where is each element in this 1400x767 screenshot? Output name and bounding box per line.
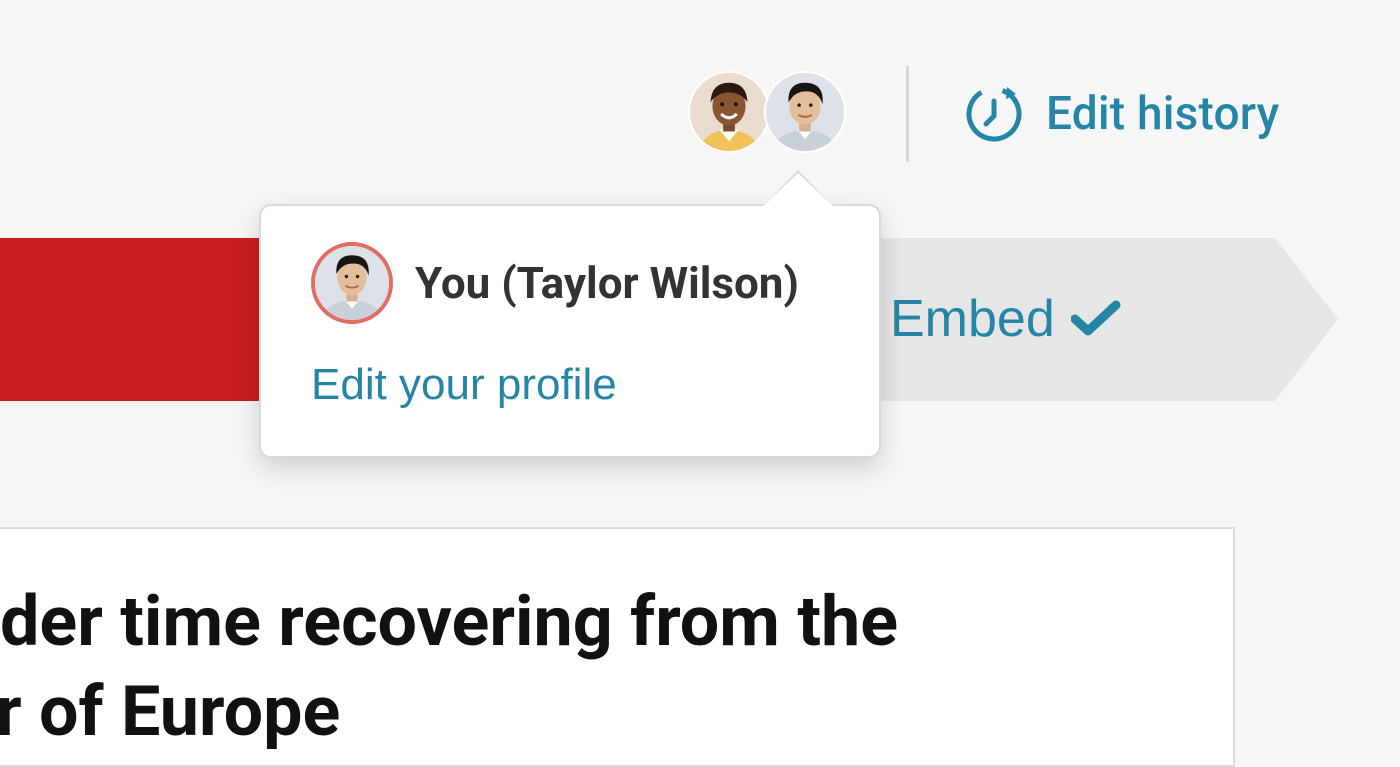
avatar-photo-icon	[315, 246, 389, 320]
edit-history-button[interactable]: Edit history	[964, 83, 1279, 145]
collaborator-avatars	[688, 71, 846, 157]
popover-user-name: You (Taylor Wilson)	[415, 257, 799, 309]
edit-profile-link[interactable]: Edit your profile	[311, 360, 617, 410]
edit-history-label: Edit history	[1046, 87, 1280, 141]
headline-line: der time recovering from the	[0, 581, 899, 663]
embed-step-label: Embed	[890, 290, 1055, 348]
avatar-photo-icon	[690, 73, 768, 151]
embed-step[interactable]: Embed	[890, 289, 1121, 349]
avatar-photo-icon	[766, 73, 844, 151]
checkmark-icon	[1070, 300, 1121, 336]
popover-user: You (Taylor Wilson)	[311, 242, 799, 324]
popover-avatar	[311, 242, 393, 324]
your-avatar[interactable]	[764, 71, 846, 153]
headline-line: r of Europe	[0, 671, 341, 753]
header-divider	[906, 66, 909, 162]
story-headline: der time recovering from the r of Europe	[0, 577, 1200, 757]
history-clock-icon	[966, 86, 1022, 142]
collaborator-avatar[interactable]	[688, 71, 770, 153]
profile-popover: You (Taylor Wilson) Edit your profile	[259, 204, 881, 458]
